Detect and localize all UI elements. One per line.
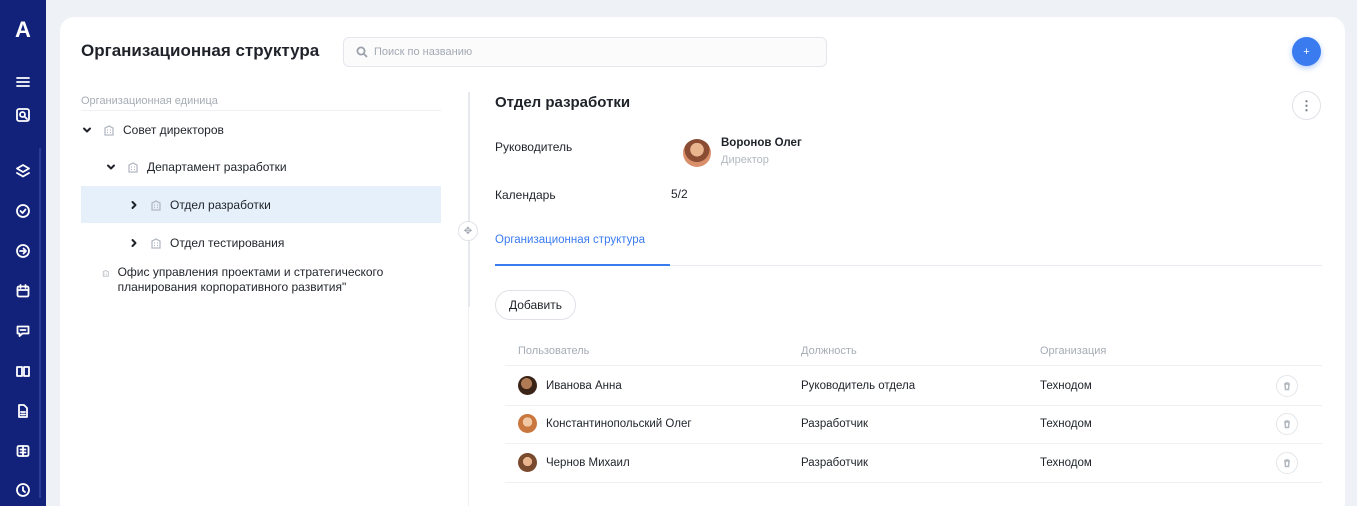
trash-icon bbox=[1284, 459, 1290, 468]
sidebar: A bbox=[0, 0, 46, 506]
table-row-divider bbox=[505, 443, 1322, 444]
search-icon bbox=[356, 46, 368, 58]
column-header-position: Должность bbox=[801, 345, 857, 357]
table-cell-user: Иванова Анна bbox=[546, 380, 622, 392]
book-icon[interactable] bbox=[0, 357, 46, 385]
table-cell-org: Технодом bbox=[1040, 457, 1092, 469]
building-icon bbox=[102, 270, 109, 277]
table-cell-org: Технодом bbox=[1040, 418, 1092, 430]
calendar-value: 5/2 bbox=[671, 187, 688, 201]
document-icon[interactable] bbox=[0, 397, 46, 425]
table-cell-user: Константинопольский Олег bbox=[546, 418, 692, 430]
delete-button[interactable] bbox=[1276, 452, 1298, 474]
avatar bbox=[518, 414, 537, 433]
search-doc-icon[interactable] bbox=[0, 101, 46, 129]
more-options-button[interactable]: ⋮ bbox=[1292, 91, 1321, 120]
tree-column-header: Организационная единица bbox=[81, 95, 218, 107]
panel-splitter[interactable] bbox=[468, 92, 470, 307]
tree-item-pmo[interactable]: Офис управления проектами и стратегическ… bbox=[102, 265, 432, 295]
avatar bbox=[518, 376, 537, 395]
tree-item-label: Департамент разработки bbox=[147, 159, 287, 174]
panel-divider bbox=[468, 307, 469, 506]
calendar-icon[interactable] bbox=[0, 277, 46, 305]
chevron-right-icon[interactable] bbox=[128, 237, 140, 249]
chevron-down-icon[interactable] bbox=[105, 161, 117, 173]
tree-item-testing-dept[interactable]: Отдел тестирования bbox=[128, 224, 441, 261]
tab-active-indicator bbox=[495, 264, 670, 266]
app-logo[interactable]: A bbox=[0, 16, 46, 44]
detail-title: Отдел разработки bbox=[495, 94, 631, 111]
tree-item-dev-dept[interactable]: Отдел разработки bbox=[81, 186, 441, 223]
search-box[interactable] bbox=[343, 37, 827, 67]
add-unit-button[interactable]: + bbox=[1292, 37, 1321, 66]
menu-icon[interactable] bbox=[0, 68, 46, 96]
chevron-right-icon[interactable] bbox=[128, 199, 140, 211]
tree-item-label: Отдел разработки bbox=[170, 197, 271, 212]
tree-item-board[interactable]: Совет директоров bbox=[81, 111, 441, 148]
chevron-down-icon[interactable] bbox=[81, 124, 93, 136]
tree-item-label: Совет директоров bbox=[123, 122, 224, 137]
table-cell-org: Технодом bbox=[1040, 380, 1092, 392]
tree-item-label: Отдел тестирования bbox=[170, 235, 285, 250]
avatar bbox=[518, 453, 537, 472]
database-icon[interactable] bbox=[0, 437, 46, 465]
table-cell-position: Разработчик bbox=[801, 418, 869, 430]
trash-icon bbox=[1284, 420, 1290, 429]
add-member-button[interactable]: Добавить bbox=[495, 290, 576, 320]
table-cell-position: Разработчик bbox=[801, 457, 869, 469]
layers-icon[interactable] bbox=[0, 157, 46, 185]
trash-icon bbox=[1284, 382, 1290, 391]
delete-button[interactable] bbox=[1276, 413, 1298, 435]
building-icon bbox=[151, 237, 161, 249]
table-cell-position: Руководитель отдела bbox=[801, 380, 916, 392]
delete-button[interactable] bbox=[1276, 375, 1298, 397]
building-icon bbox=[104, 124, 114, 136]
tree-item-label: Офис управления проектами и стратегическ… bbox=[117, 265, 384, 294]
manager-name[interactable]: Воронов Олег bbox=[721, 137, 802, 149]
table-header-divider bbox=[505, 365, 1322, 366]
calendar-label: Календарь bbox=[495, 188, 556, 202]
table-row-divider bbox=[505, 405, 1322, 406]
table-row-divider bbox=[505, 482, 1322, 483]
tab-org-structure[interactable]: Организационная структура bbox=[495, 234, 645, 246]
arrow-circle-icon[interactable] bbox=[0, 237, 46, 265]
clock-icon[interactable] bbox=[0, 476, 46, 504]
chat-icon[interactable] bbox=[0, 317, 46, 345]
column-header-user: Пользователь bbox=[518, 345, 590, 357]
table-cell-user: Чернов Михаил bbox=[546, 457, 630, 469]
page-title: Организационная структура bbox=[81, 41, 320, 60]
manager-label: Руководитель bbox=[495, 140, 573, 154]
avatar bbox=[683, 139, 711, 167]
manager-role: Директор bbox=[721, 154, 769, 166]
building-icon bbox=[151, 199, 161, 211]
main-card: Организационная структура + Организацион… bbox=[60, 17, 1345, 506]
column-header-org: Организация bbox=[1040, 345, 1107, 357]
check-circle-icon[interactable] bbox=[0, 197, 46, 225]
search-input[interactable] bbox=[374, 46, 814, 58]
building-icon bbox=[128, 161, 138, 173]
resize-handle-icon[interactable]: ✥ bbox=[458, 221, 478, 241]
tree-item-department[interactable]: Департамент разработки bbox=[105, 148, 441, 185]
